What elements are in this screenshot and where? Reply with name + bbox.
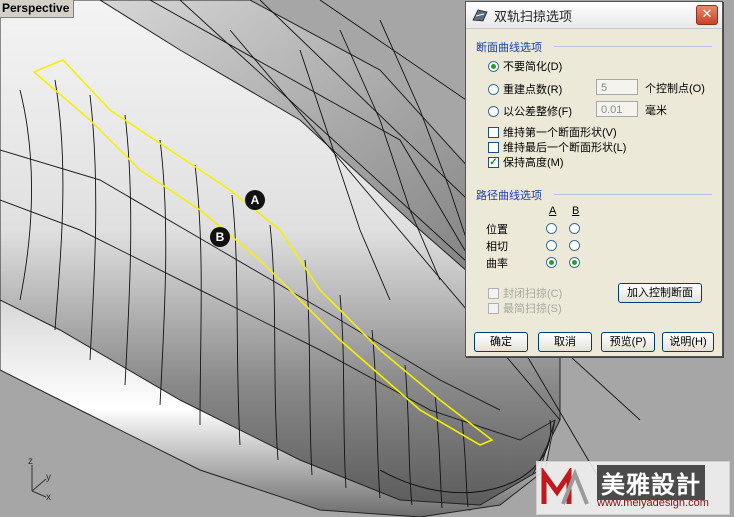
keep-first-shape-label: 维持第一个断面形状(V) (503, 127, 617, 139)
group-divider (554, 46, 712, 47)
radio-no-simplify[interactable] (488, 60, 499, 72)
axis-y-label: y (46, 472, 51, 483)
option-rebuild-label: 重建点数(R) (503, 84, 563, 96)
radio-b-tangent[interactable] (569, 240, 580, 251)
rail-col-b: B (572, 205, 580, 217)
checkbox-keep-first-shape[interactable] (488, 126, 499, 138)
keep-last-shape[interactable]: 维持最后一个断面形状(L) (488, 139, 626, 155)
radio-rebuild[interactable] (488, 83, 499, 95)
option-no-simplify[interactable]: 不要简化(D) (488, 58, 562, 74)
simple-sweep[interactable]: 最简扫掠(S) (488, 300, 562, 316)
radio-a-position[interactable] (546, 223, 557, 234)
help-button[interactable]: 说明(H) (662, 332, 714, 352)
cancel-button[interactable]: 取消 (538, 332, 592, 352)
maintain-height-label: 保持高度(M) (503, 157, 564, 169)
preview-button[interactable]: 预览(P) (601, 332, 655, 352)
rail-row-position: 位置 (486, 224, 508, 236)
close-button[interactable]: ✕ (696, 5, 718, 25)
option-rebuild[interactable]: 重建点数(R) (488, 81, 562, 97)
checkbox-closed-sweep[interactable] (488, 287, 499, 299)
rebuild-count-field[interactable]: 5 (596, 79, 638, 95)
keep-last-shape-label: 维持最后一个断面形状(L) (503, 142, 627, 154)
watermark-url: www.meiyadesign.com (597, 497, 709, 509)
rail-marker-b: B (210, 227, 230, 247)
rail-group-title: 路径曲线选项 (476, 190, 542, 202)
radio-b-curvature[interactable] (569, 257, 580, 268)
radio-refit[interactable] (488, 105, 499, 117)
dialog-title: 双轨扫掠选项 (494, 9, 573, 25)
dialog-titlebar[interactable]: 双轨扫掠选项 ✕ (466, 2, 722, 29)
option-no-simplify-label: 不要简化(D) (503, 61, 563, 73)
sweep-app-icon (472, 9, 488, 22)
closed-sweep[interactable]: 封闭扫掠(C) (488, 285, 562, 301)
cross-section-group-title: 断面曲线选项 (476, 42, 542, 54)
group-divider (554, 194, 712, 195)
viewport-label[interactable]: Perspective (0, 0, 75, 18)
keep-first-shape[interactable]: 维持第一个断面形状(V) (488, 124, 617, 140)
closed-sweep-label: 封闭扫掠(C) (503, 288, 563, 300)
sweep2-options-dialog: 双轨扫掠选项 ✕ 断面曲线选项 不要简化(D) 重建点数(R) 5 个控制点(O… (465, 1, 723, 357)
checkbox-simple-sweep[interactable] (488, 302, 499, 314)
radio-a-tangent[interactable] (546, 240, 557, 251)
maintain-height[interactable]: ✓ 保持高度(M) (488, 154, 564, 170)
ok-button[interactable]: 确定 (474, 332, 528, 352)
add-slash-button[interactable]: 加入控制断面 (618, 283, 702, 303)
rail-row-tangent: 相切 (486, 241, 508, 253)
axis-x-label: x (46, 492, 51, 503)
simple-sweep-label: 最简扫掠(S) (503, 303, 562, 315)
checkbox-keep-last-shape[interactable] (488, 141, 499, 153)
refit-tolerance-field[interactable]: 0.01 (596, 101, 638, 117)
refit-unit-label: 毫米 (645, 105, 667, 117)
rebuild-unit-label: 个控制点(O) (645, 83, 705, 95)
axis-triad-icon (31, 465, 47, 498)
axis-z-label: z (28, 456, 33, 467)
watermark: 美雅設計 www.meiyadesign.com (536, 461, 730, 515)
radio-b-position[interactable] (569, 223, 580, 234)
rail-marker-a: A (245, 190, 265, 210)
option-refit-label: 以公差整修(F) (503, 106, 573, 118)
watermark-brand: 美雅設計 (597, 465, 705, 500)
brand-logo-icon (541, 468, 591, 508)
rail-row-curvature: 曲率 (486, 258, 508, 270)
radio-a-curvature[interactable] (546, 257, 557, 268)
checkbox-maintain-height[interactable]: ✓ (488, 156, 499, 168)
rail-col-a: A (549, 205, 557, 217)
option-refit[interactable]: 以公差整修(F) (488, 103, 572, 119)
